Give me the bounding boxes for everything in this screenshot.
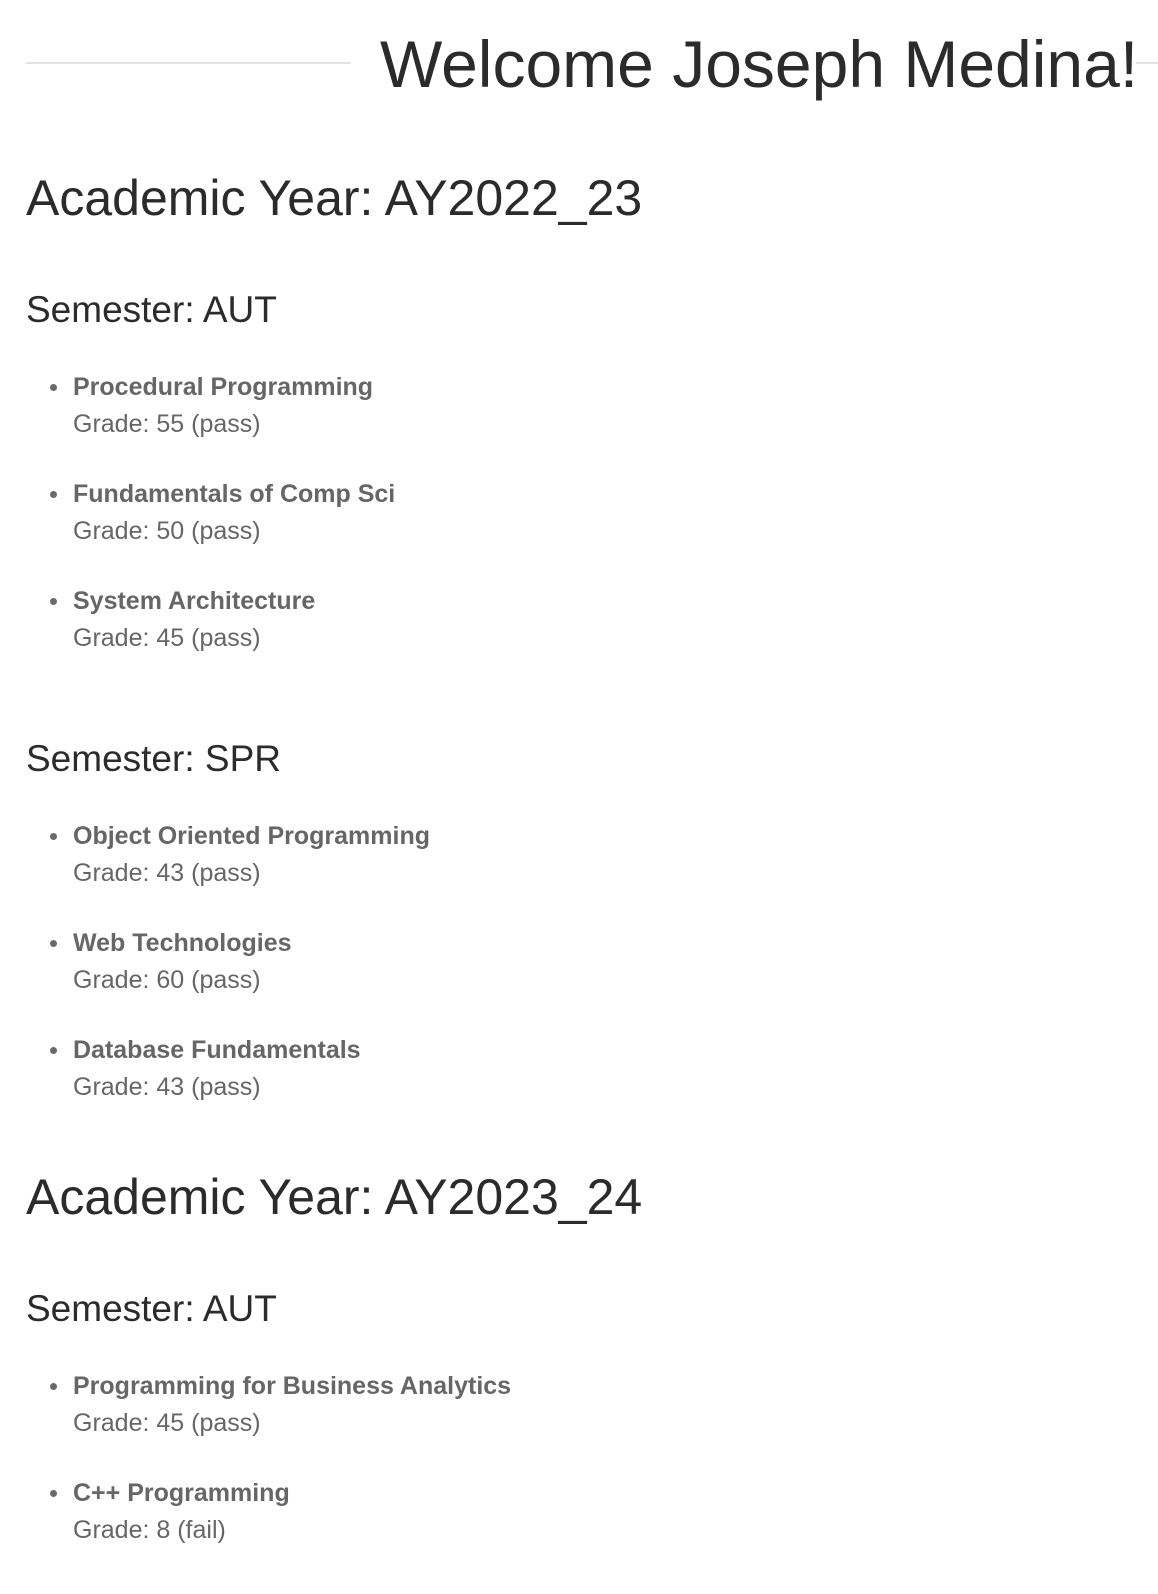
module-item: Object Oriented Programming Grade: 43 (p…: [26, 818, 1158, 925]
module-grade: Grade: 55 (pass): [73, 410, 261, 438]
module-list: Programming for Business Analytics Grade…: [26, 1368, 1158, 1582]
semester-heading: Semester: SPR: [26, 738, 281, 779]
module-grade: Grade: 43 (pass): [73, 1073, 261, 1101]
module-grade: Grade: 45 (pass): [73, 1409, 261, 1437]
results-content: Academic Year: AY2022_23 Semester: AUT P…: [0, 168, 1158, 1582]
module-name: Web Technologies: [73, 929, 292, 957]
module-grade: Grade: 45 (pass): [73, 624, 261, 652]
module-list: Object Oriented Programming Grade: 43 (p…: [26, 818, 1158, 1139]
module-list: Procedural Programming Grade: 55 (pass) …: [26, 369, 1158, 690]
academic-year-section: Academic Year: AY2022_23 Semester: AUT P…: [26, 168, 1158, 1139]
module-grade: Grade: 60 (pass): [73, 966, 261, 994]
page-title: Welcome Joseph Medina!: [380, 27, 1139, 101]
module-name: System Architecture: [73, 587, 316, 615]
header-divider-left: [26, 62, 351, 64]
academic-year-heading: Academic Year: AY2022_23: [26, 170, 643, 226]
module-name: Procedural Programming: [73, 373, 374, 401]
module-name: C++ Programming: [73, 1479, 290, 1507]
module-name: Fundamentals of Comp Sci: [73, 480, 396, 508]
academic-year-heading: Academic Year: AY2023_24: [26, 1169, 643, 1225]
page-header: Welcome Joseph Medina!: [0, 0, 1158, 130]
header-divider-right: [1136, 62, 1158, 64]
module-item: C++ Programming Grade: 8 (fail): [26, 1475, 1158, 1582]
module-name: Database Fundamentals: [73, 1036, 361, 1064]
semester-heading: Semester: AUT: [26, 1288, 277, 1329]
module-grade: Grade: 50 (pass): [73, 517, 261, 545]
module-item: Fundamentals of Comp Sci Grade: 50 (pass…: [26, 476, 1158, 583]
academic-year-section: Academic Year: AY2023_24 Semester: AUT P…: [26, 1167, 1158, 1582]
module-item: System Architecture Grade: 45 (pass): [26, 583, 1158, 690]
module-grade: Grade: 43 (pass): [73, 859, 261, 887]
module-item: Web Technologies Grade: 60 (pass): [26, 925, 1158, 1032]
module-name: Object Oriented Programming: [73, 822, 431, 850]
module-item: Database Fundamentals Grade: 43 (pass): [26, 1032, 1158, 1139]
module-grade: Grade: 8 (fail): [73, 1516, 226, 1544]
module-item: Procedural Programming Grade: 55 (pass): [26, 369, 1158, 476]
module-item: Programming for Business Analytics Grade…: [26, 1368, 1158, 1475]
semester-heading: Semester: AUT: [26, 289, 277, 330]
module-name: Programming for Business Analytics: [73, 1372, 512, 1400]
